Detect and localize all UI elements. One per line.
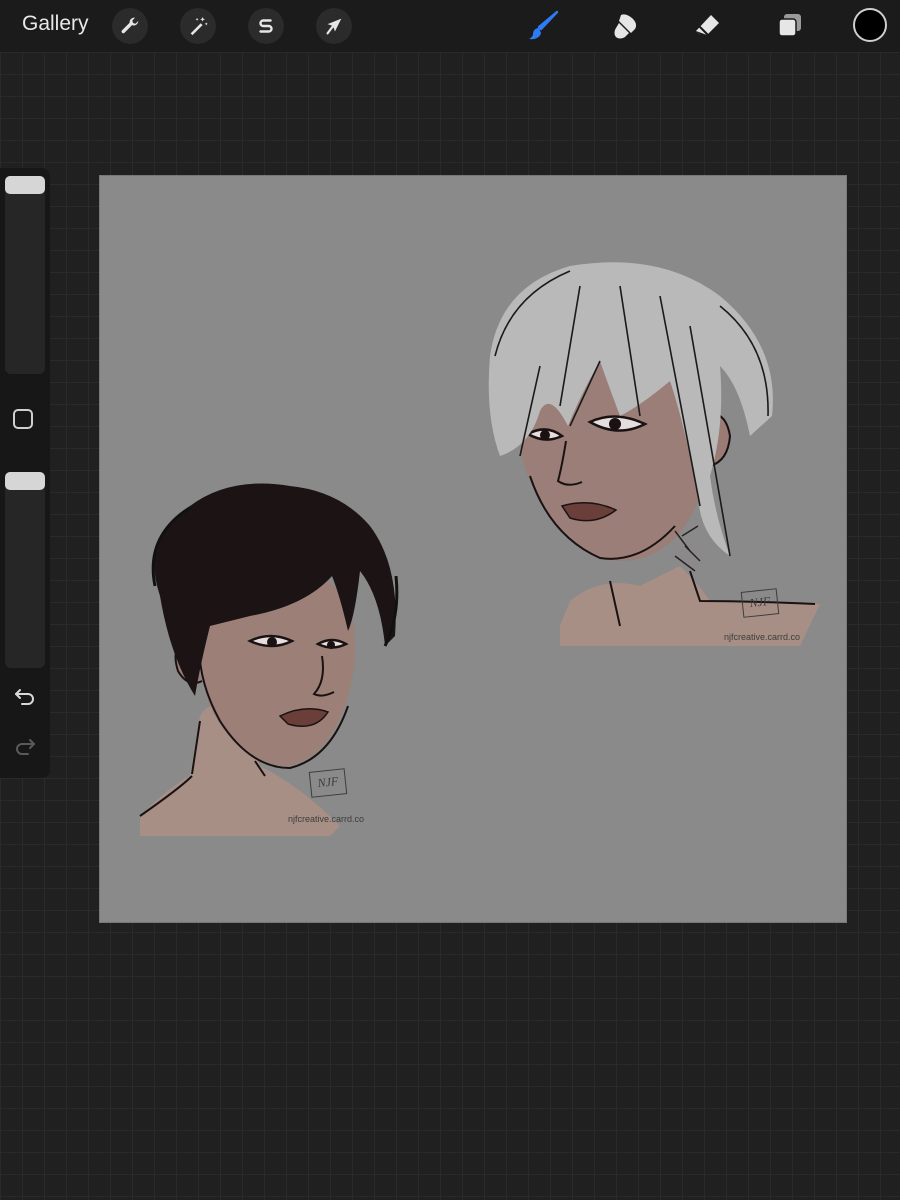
brush-icon	[527, 9, 561, 43]
actions-button[interactable]	[112, 8, 148, 44]
artwork	[139, 262, 820, 836]
watermark-text: njfcreative.carrd.co	[724, 632, 801, 642]
brush-button[interactable]	[526, 8, 562, 44]
eraser-icon	[693, 11, 723, 41]
brush-size-slider-thumb[interactable]	[5, 176, 45, 194]
drawing-canvas[interactable]: NJF njfcreative.carrd.co NJF njfcreative…	[100, 176, 846, 922]
undo-icon	[14, 686, 36, 711]
layers-button[interactable]	[772, 8, 808, 44]
wrench-icon	[119, 15, 141, 37]
watermark-text: njfcreative.carrd.co	[288, 814, 365, 824]
watermark-logo: NJF	[308, 768, 348, 798]
brush-size-slider[interactable]	[5, 176, 45, 374]
gallery-button[interactable]: Gallery	[22, 12, 89, 36]
smudge-icon	[611, 11, 641, 41]
redo-icon	[14, 736, 36, 761]
transform-button[interactable]	[316, 8, 352, 44]
smudge-button[interactable]	[608, 8, 644, 44]
watermark-logo: NJF	[740, 588, 780, 618]
layers-icon	[775, 11, 805, 41]
adjustments-button[interactable]	[180, 8, 216, 44]
selection-button[interactable]	[248, 8, 284, 44]
opacity-slider-thumb[interactable]	[5, 472, 45, 490]
magic-wand-icon	[187, 15, 209, 37]
arrow-cursor-icon	[323, 15, 345, 37]
opacity-slider[interactable]	[5, 472, 45, 668]
left-sidebar	[0, 168, 50, 778]
undo-button[interactable]	[11, 684, 39, 712]
selection-s-icon	[255, 15, 277, 37]
eraser-button[interactable]	[690, 8, 726, 44]
top-toolbar: Gallery	[0, 0, 900, 52]
redo-button[interactable]	[11, 734, 39, 762]
color-picker-button[interactable]	[853, 8, 887, 42]
dark-haired-portrait	[139, 483, 399, 836]
modify-square-icon[interactable]	[13, 409, 33, 429]
